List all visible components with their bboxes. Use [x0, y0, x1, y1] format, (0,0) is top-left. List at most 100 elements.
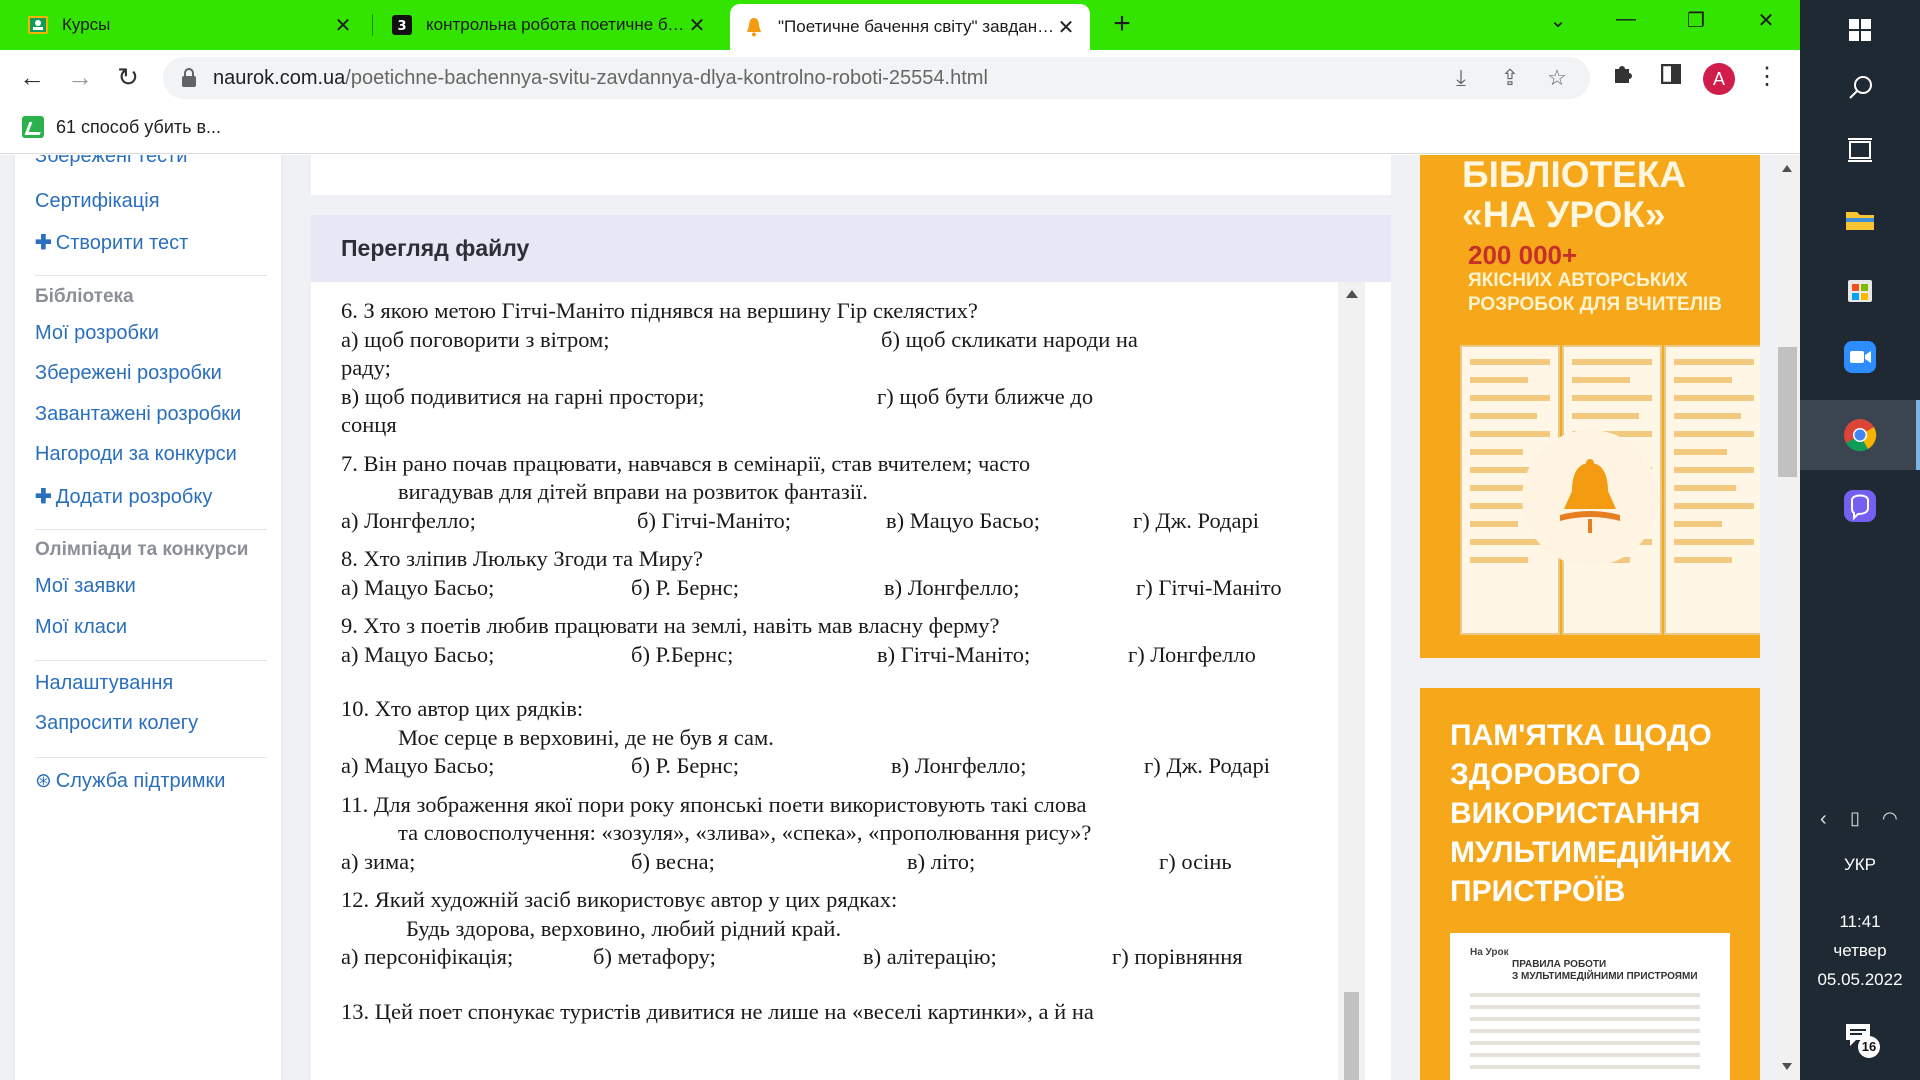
tab-kursy[interactable]: Курсы ✕ [14, 0, 367, 50]
sidebar-item-my-applications[interactable]: Мої заявки [35, 575, 136, 598]
windows-taskbar: ‹ ▯ ◠ УКР 11:41 четвер 05.05.2022 16 [1800, 0, 1920, 1080]
sidebar-item-saved-tests[interactable]: Збережені тести [35, 155, 187, 168]
scrollbar-thumb[interactable] [1778, 347, 1797, 477]
sidebar-item-awards[interactable]: Нагороди за конкурси [35, 443, 237, 466]
sidebar-item-settings[interactable]: Налаштування [35, 672, 173, 695]
answer-line: а) щоб поговорити з вітром; б) щоб склика… [341, 326, 1361, 355]
clock-date[interactable]: 05.05.2022 [1800, 970, 1920, 990]
ad-title-line: ПАМ'ЯТКА ЩОДО [1450, 719, 1712, 752]
close-tab-icon[interactable]: ✕ [1056, 15, 1076, 40]
close-tab-icon[interactable]: ✕ [687, 13, 707, 38]
answer-option: б) Гітчі-Маніто; [637, 507, 792, 533]
ad-title-line: ЗДОРОВОГО [1450, 758, 1641, 791]
ad-title-line: МУЛЬТИМЕДІЙНИХ [1450, 836, 1732, 869]
answer-option: а) персоніфікація; [341, 944, 514, 969]
sidebar-item-saved-dev[interactable]: Збережені розробки [35, 362, 222, 385]
back-button[interactable]: ← [16, 62, 48, 94]
profile-avatar[interactable]: A [1703, 63, 1735, 95]
task-view-icon[interactable] [1840, 130, 1880, 170]
question-line: 13. Цей поет спонукає туристів дивитися … [341, 998, 1094, 1024]
forward-button[interactable]: → [64, 62, 96, 94]
sidebar-item-my-dev[interactable]: Мої розробки [35, 322, 159, 345]
scrollbar-thumb[interactable] [1344, 992, 1359, 1080]
file-viewer-header: Перегляд файлу [311, 215, 1391, 282]
side-panel-icon[interactable] [1656, 62, 1686, 92]
answer-option: б) Р. Бернс; [631, 574, 739, 600]
search-icon[interactable] [1840, 68, 1880, 108]
site-favicon-icon: 3 [392, 15, 412, 35]
sidebar-item-add-dev[interactable]: ✚ Додати розробку [35, 484, 212, 509]
answer-line: а) Мацуо Басьо; б) Р. Бернс; в) Лонгфелло;… [341, 574, 1361, 603]
close-window-button[interactable]: ✕ [1746, 8, 1786, 33]
question-line: 9. Хто з поетів любив працювати на землі… [341, 613, 1000, 638]
new-tab-button[interactable]: + [1105, 9, 1139, 40]
wifi-icon[interactable]: ◠ [1882, 808, 1898, 829]
answer-option: а) щоб поговорити з вітром; [341, 326, 610, 352]
page-scrollbar[interactable] [1775, 155, 1800, 1080]
bookmark-favicon-icon [22, 116, 44, 138]
answer-option: в) алітерацію; [863, 944, 997, 969]
sidebar-item-support[interactable]: ⊛ Служба підтримки [35, 768, 225, 793]
quote-line: Моє серце в верховині, де не був я сам. [398, 724, 774, 750]
share-icon[interactable]: ⇪ [1497, 66, 1523, 92]
document-scrollbar[interactable] [1338, 282, 1365, 1080]
lock-icon[interactable] [181, 68, 201, 88]
sheet-title-line: З МУЛЬТИМЕДІЙНИМИ ПРИСТРОЯМИ [1512, 971, 1698, 982]
answer-option: в) Лонгфелло; [884, 574, 1020, 600]
tab-poetichne[interactable]: "Поетичне бачення світу" завдання для ко… [730, 4, 1090, 50]
top-card [311, 155, 1391, 195]
sidebar-item-invite[interactable]: Запросити колегу [35, 712, 198, 735]
tray-chevron-icon[interactable]: ‹ [1820, 808, 1827, 831]
answer-option: а) Мацуо Басьо; [341, 753, 495, 778]
windows-start-icon[interactable] [1840, 10, 1880, 50]
input-language[interactable]: УКР [1800, 855, 1920, 875]
tab-kontrolna[interactable]: 3 контрольна робота поетичне бачення сві… [378, 0, 721, 50]
viber-icon[interactable] [1840, 486, 1880, 526]
sheet-title: ПРАВИЛА РОБОТИ З МУЛЬТИМЕДІЙНИМИ ПРИСТРОЯ… [1512, 959, 1698, 983]
extensions-puzzle-icon[interactable] [1608, 62, 1638, 92]
file-viewer: Перегляд файлу 6. З якою метою Гітчі-Ман… [311, 215, 1391, 1080]
address-bar[interactable]: naurok.com.ua/poetichne-bachennya-svitu-… [163, 57, 1590, 99]
tab-search-chevron-icon[interactable]: ⌄ [1538, 8, 1578, 33]
browser-toolbar: ← → ↻ naurok.com.ua/poetichne-bachennya-… [0, 50, 1800, 106]
scroll-down-arrow-icon[interactable] [1782, 1063, 1792, 1070]
clock-day[interactable]: четвер [1800, 941, 1920, 961]
microsoft-store-icon[interactable] [1840, 268, 1880, 308]
menu-kebab-icon[interactable]: ⋮ [1752, 62, 1782, 92]
sidebar-item-create-test[interactable]: ✚ Створити тест [35, 230, 188, 255]
sidebar-item-certification[interactable]: Сертифікація [35, 190, 160, 213]
chrome-icon[interactable] [1840, 415, 1880, 455]
notification-center[interactable]: 16 [1844, 1022, 1884, 1062]
answer-line: а) Мацуо Басьо; б) Р.Бернс; в) Гітчі-Маніт… [341, 641, 1361, 670]
url-text[interactable]: naurok.com.ua/poetichne-bachennya-svitu-… [213, 67, 988, 90]
question-line: 12. Який художній засіб використовує авт… [341, 887, 898, 912]
sidebar-item-my-classes[interactable]: Мої класи [35, 616, 127, 639]
answer-option: в) Мацуо Басьо; [886, 507, 1040, 533]
install-app-icon[interactable]: ⤓ [1448, 66, 1474, 92]
answer-option: в) літо; [907, 848, 976, 874]
bookmark-item[interactable]: 61 способ убить в... [22, 116, 221, 138]
scroll-up-arrow-icon[interactable] [1782, 165, 1792, 172]
clock-time[interactable]: 11:41 [1800, 912, 1920, 932]
minimize-button[interactable]: — [1606, 8, 1646, 31]
scroll-up-arrow-icon[interactable] [1346, 290, 1358, 298]
battery-icon[interactable]: ▯ [1850, 808, 1860, 829]
health-memo-ad-banner[interactable]: ПАМ'ЯТКА ЩОДО ЗДОРОВОГО ВИКОРИСТАННЯ МУЛ… [1420, 688, 1760, 1080]
sidebar-item-uploaded-dev[interactable]: Завантажені розробки [35, 403, 241, 426]
divider [35, 660, 267, 661]
restore-button[interactable]: ❐ [1676, 8, 1716, 33]
bookmark-star-icon[interactable]: ☆ [1544, 66, 1570, 92]
file-explorer-icon[interactable] [1840, 200, 1880, 240]
ad-number: 200 000+ [1468, 240, 1578, 270]
zoom-icon[interactable] [1840, 337, 1880, 377]
answer-option: в) Гітчі-Маніто; [877, 641, 1031, 667]
quote-line: Будь здорова, верховино, любий рідний кр… [406, 915, 842, 941]
reload-button[interactable]: ↻ [112, 62, 144, 94]
answer-option: г) порівняння [1112, 944, 1243, 969]
document-text: 6. З якою метою Гітчі-Маніто піднявся на… [341, 297, 1361, 1026]
plus-icon: ✚ [35, 232, 52, 254]
close-tab-icon[interactable]: ✕ [333, 13, 353, 38]
naurok-bell-icon [744, 17, 764, 37]
url-path: /poetichne-bachennya-svitu-zavdannya-dly… [345, 67, 988, 89]
library-ad-banner[interactable]: БІБЛІОТЕКА «НА УРОК» 200 000+ ЯКІСНИХ АВТ… [1420, 155, 1760, 658]
